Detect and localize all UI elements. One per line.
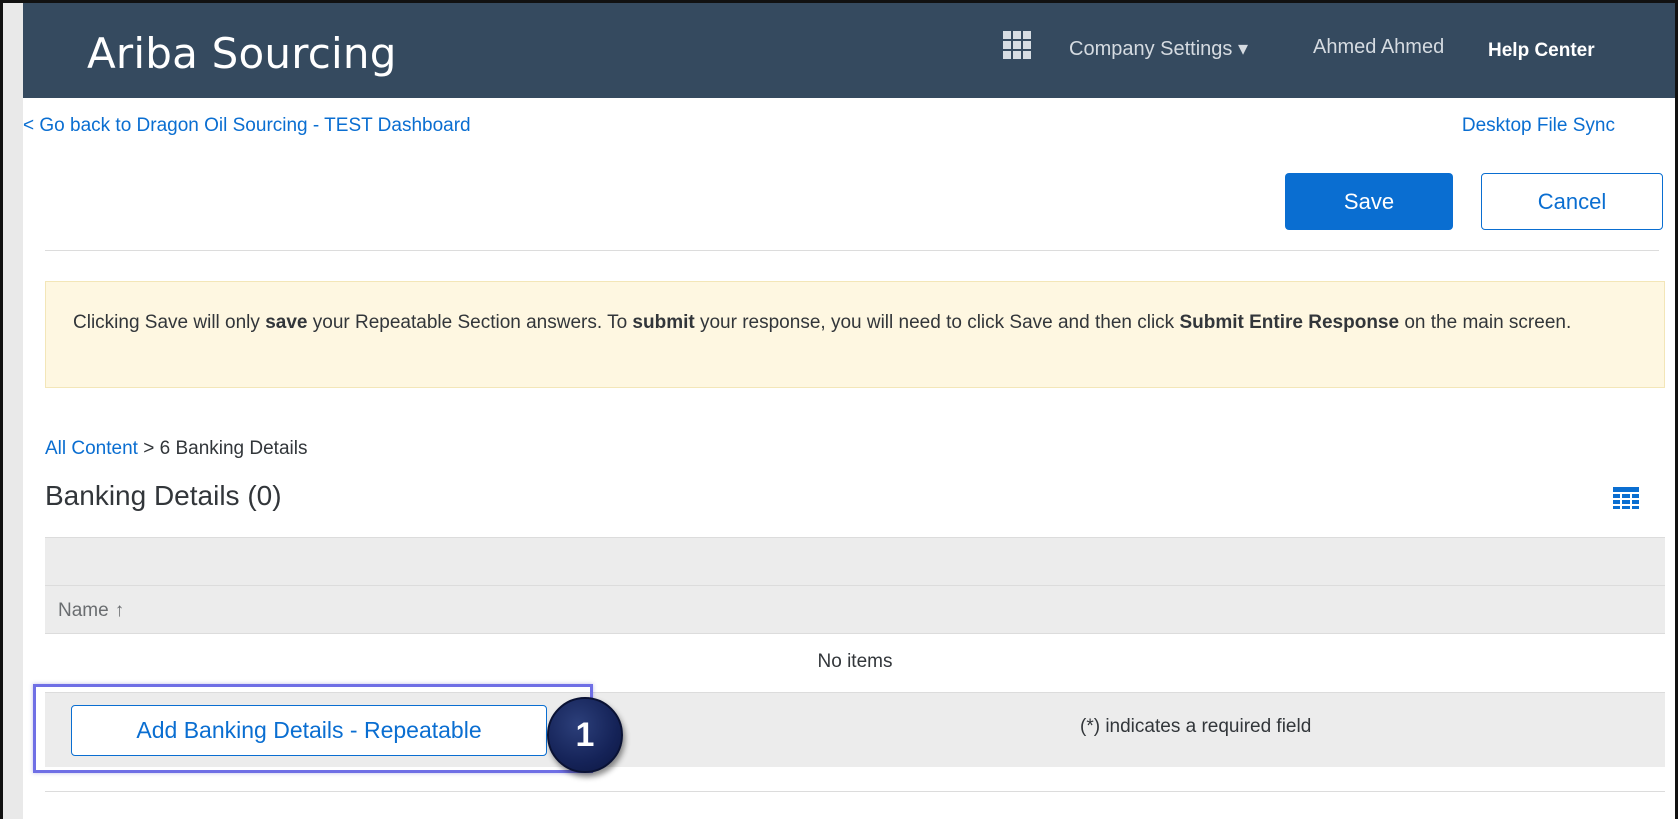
notice-bold-submit-entire: Submit Entire Response (1179, 312, 1400, 333)
notice-text: your response, you will need to click Sa… (694, 312, 1180, 333)
left-edge-strip (3, 3, 23, 819)
notice-text: Clicking Save will only (73, 312, 266, 333)
app-grid-icon[interactable] (1003, 31, 1031, 59)
breadcrumb-all-content-link[interactable]: All Content (45, 438, 138, 459)
save-button[interactable]: Save (1285, 173, 1453, 230)
required-field-note: (*) indicates a required field (1080, 716, 1312, 737)
breadcrumb-separator: > (137, 438, 160, 459)
table-toolbar-band (45, 537, 1665, 585)
empty-table-message: No items (817, 651, 893, 672)
notice-text: your Repeatable Section answers. To (307, 312, 633, 333)
window-frame: Ariba Sourcing Company Settings ▾ Ahmed … (0, 0, 1678, 819)
section-title: Banking Details (0) (45, 480, 282, 511)
notice-bold-submit: submit (632, 312, 695, 333)
breadcrumb-current: 6 Banking Details (159, 438, 308, 459)
table-header-row: Name ↑ (45, 585, 1665, 634)
notice-bold-save: save (265, 312, 308, 333)
cancel-button[interactable]: Cancel (1481, 173, 1663, 230)
table-options-icon[interactable] (1613, 487, 1639, 509)
brand-title: Ariba Sourcing (87, 29, 397, 78)
breadcrumb: All Content > 6 Banking Details (45, 438, 307, 460)
desktop-file-sync-link[interactable]: Desktop File Sync (1462, 115, 1615, 137)
column-header-label: Name (58, 600, 109, 621)
sort-ascending-icon[interactable]: ↑ (115, 600, 125, 622)
step-number-badge: 1 (547, 697, 623, 773)
back-to-dashboard-link[interactable]: < Go back to Dragon Oil Sourcing - TEST … (23, 115, 471, 137)
help-center-link[interactable]: Help Center (1488, 40, 1595, 62)
top-divider (45, 250, 1659, 251)
user-menu[interactable]: Ahmed Ahmed (1313, 36, 1444, 59)
notice-text: on the main screen. (1399, 312, 1572, 333)
company-settings-menu[interactable]: Company Settings ▾ (1069, 36, 1248, 61)
add-banking-details-button[interactable]: Add Banking Details - Repeatable (71, 705, 547, 756)
column-header-name[interactable]: Name ↑ (58, 600, 124, 622)
top-header-bar: Ariba Sourcing Company Settings ▾ Ahmed … (23, 3, 1675, 98)
save-notice-banner: Clicking Save will only save your Repeat… (45, 281, 1665, 388)
bottom-divider (45, 791, 1665, 792)
